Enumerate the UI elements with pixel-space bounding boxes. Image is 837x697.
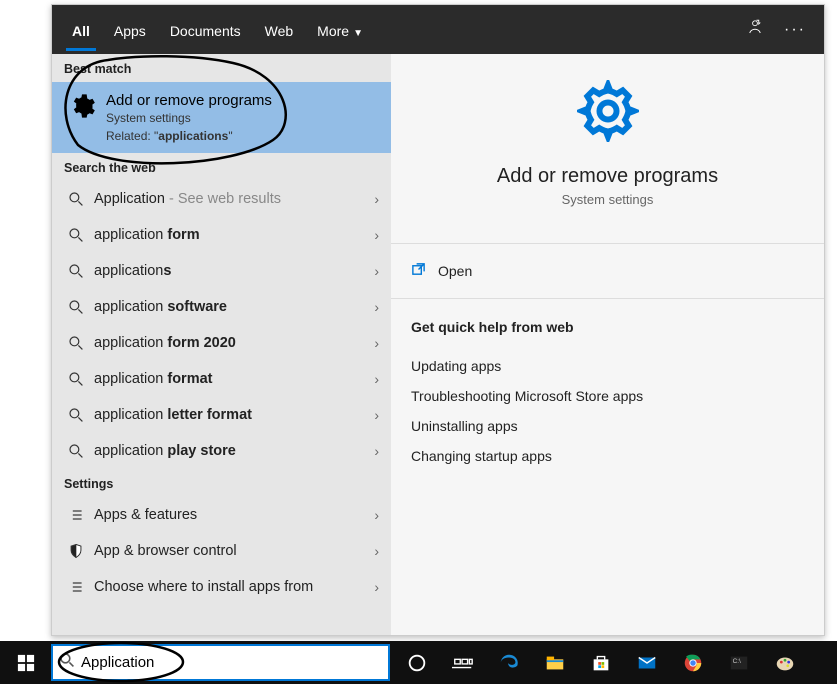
best-match-related: Related: "applications" bbox=[106, 129, 272, 143]
chevron-right-icon: › bbox=[374, 543, 379, 559]
paint-icon[interactable] bbox=[762, 641, 808, 684]
search-icon bbox=[64, 443, 88, 459]
best-match-header: Best match bbox=[52, 54, 391, 82]
chevron-right-icon: › bbox=[374, 227, 379, 243]
search-icon bbox=[64, 299, 88, 315]
chevron-right-icon: › bbox=[374, 371, 379, 387]
feedback-icon[interactable] bbox=[736, 18, 774, 41]
chevron-right-icon: › bbox=[374, 263, 379, 279]
open-label: Open bbox=[438, 263, 472, 279]
chevron-down-icon: ▼ bbox=[353, 28, 363, 39]
detail-subtitle: System settings bbox=[562, 192, 654, 207]
web-result-text: application play store bbox=[88, 443, 374, 459]
settings-result[interactable]: Choose where to install apps from › bbox=[52, 569, 391, 605]
detail-column: Add or remove programs System settings O… bbox=[391, 54, 824, 635]
chevron-right-icon: › bbox=[374, 191, 379, 207]
search-icon bbox=[64, 263, 88, 279]
tabs-bar: All Apps Documents Web More▼ ··· bbox=[52, 5, 824, 54]
help-link[interactable]: Troubleshooting Microsoft Store apps bbox=[411, 381, 804, 411]
tab-more[interactable]: More▼ bbox=[305, 10, 375, 50]
web-result[interactable]: application play store › bbox=[52, 433, 391, 469]
gear-icon bbox=[577, 80, 639, 147]
terminal-icon[interactable]: C:\ bbox=[716, 641, 762, 684]
settings-result-text: App & browser control bbox=[88, 543, 374, 559]
tab-all[interactable]: All bbox=[60, 10, 102, 50]
shield-icon bbox=[64, 543, 88, 559]
web-result[interactable]: application form 2020 › bbox=[52, 325, 391, 361]
search-panel: All Apps Documents Web More▼ ··· Best ma… bbox=[51, 4, 825, 636]
tab-documents[interactable]: Documents bbox=[158, 10, 253, 50]
web-result-text: applications bbox=[88, 263, 374, 279]
detail-actions: Open bbox=[391, 243, 824, 299]
search-input[interactable] bbox=[75, 654, 382, 671]
web-result[interactable]: application format › bbox=[52, 361, 391, 397]
store-icon[interactable] bbox=[578, 641, 624, 684]
list-icon bbox=[64, 579, 88, 595]
svg-text:C:\: C:\ bbox=[733, 658, 741, 665]
tab-apps[interactable]: Apps bbox=[102, 10, 158, 50]
chrome-icon[interactable] bbox=[670, 641, 716, 684]
settings-result[interactable]: App & browser control › bbox=[52, 533, 391, 569]
detail-title: Add or remove programs bbox=[497, 165, 718, 188]
taskbar: C:\ bbox=[0, 641, 837, 684]
search-icon bbox=[64, 335, 88, 351]
search-icon bbox=[59, 652, 75, 673]
web-result[interactable]: application software › bbox=[52, 289, 391, 325]
chevron-right-icon: › bbox=[374, 443, 379, 459]
web-result-text: Application - See web results bbox=[88, 191, 374, 207]
list-icon bbox=[64, 507, 88, 523]
settings-header: Settings bbox=[52, 469, 391, 497]
best-match-subtitle: System settings bbox=[106, 111, 272, 125]
chevron-right-icon: › bbox=[374, 407, 379, 423]
search-icon bbox=[64, 371, 88, 387]
web-result[interactable]: applications › bbox=[52, 253, 391, 289]
web-result[interactable]: Application - See web results › bbox=[52, 181, 391, 217]
best-match-item[interactable]: Add or remove programs System settings R… bbox=[52, 82, 391, 153]
web-result-text: application format bbox=[88, 371, 374, 387]
chevron-right-icon: › bbox=[374, 507, 379, 523]
search-icon bbox=[64, 191, 88, 207]
quick-help: Get quick help from web Updating appsTro… bbox=[391, 299, 824, 471]
chevron-right-icon: › bbox=[374, 335, 379, 351]
tab-web[interactable]: Web bbox=[253, 10, 306, 50]
web-result-text: application form 2020 bbox=[88, 335, 374, 351]
taskbar-search-box[interactable] bbox=[51, 644, 390, 681]
help-link[interactable]: Updating apps bbox=[411, 351, 804, 381]
settings-result[interactable]: Apps & features › bbox=[52, 497, 391, 533]
quick-help-title: Get quick help from web bbox=[411, 319, 804, 335]
gear-icon bbox=[68, 92, 96, 143]
chevron-right-icon: › bbox=[374, 579, 379, 595]
settings-result-text: Apps & features bbox=[88, 507, 374, 523]
start-button[interactable] bbox=[0, 641, 51, 684]
edge-icon[interactable] bbox=[486, 641, 532, 684]
results-column: Best match Add or remove programs System… bbox=[52, 54, 391, 635]
web-result-text: application letter format bbox=[88, 407, 374, 423]
open-action[interactable]: Open bbox=[391, 254, 824, 288]
web-result-text: application form bbox=[88, 227, 374, 243]
settings-result-text: Choose where to install apps from bbox=[88, 579, 374, 595]
help-link[interactable]: Changing startup apps bbox=[411, 441, 804, 471]
more-options-icon[interactable]: ··· bbox=[774, 21, 816, 39]
web-result[interactable]: application letter format › bbox=[52, 397, 391, 433]
web-result-text: application software bbox=[88, 299, 374, 315]
web-result[interactable]: application form › bbox=[52, 217, 391, 253]
file-explorer-icon[interactable] bbox=[532, 641, 578, 684]
search-web-header: Search the web bbox=[52, 153, 391, 181]
open-icon bbox=[411, 262, 426, 280]
cortana-icon[interactable] bbox=[394, 641, 440, 684]
help-link[interactable]: Uninstalling apps bbox=[411, 411, 804, 441]
chevron-right-icon: › bbox=[374, 299, 379, 315]
mail-icon[interactable] bbox=[624, 641, 670, 684]
best-match-title: Add or remove programs bbox=[106, 92, 272, 109]
search-icon bbox=[64, 407, 88, 423]
task-view-icon[interactable] bbox=[440, 641, 486, 684]
search-icon bbox=[64, 227, 88, 243]
